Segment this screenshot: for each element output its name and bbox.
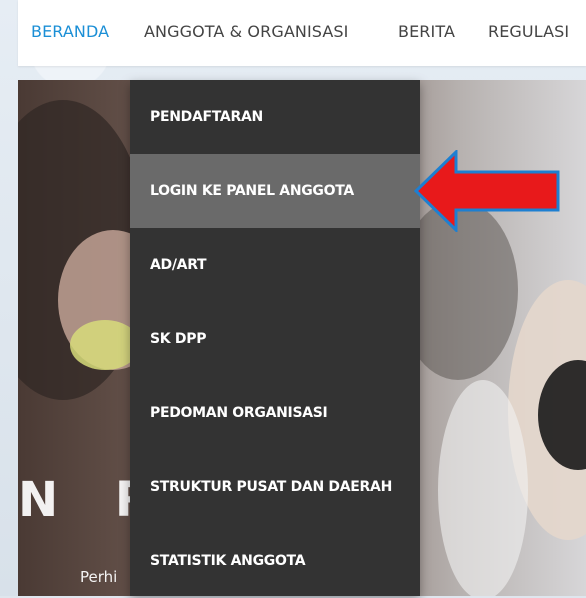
- nav-item-regulasi[interactable]: REGULASI: [488, 22, 569, 42]
- anggota-organisasi-dropdown: PENDAFTARAN LOGIN KE PANEL ANGGOTA AD/AR…: [130, 80, 420, 596]
- red-arrow-icon: [414, 150, 560, 232]
- dropdown-item-pendaftaran[interactable]: PENDAFTARAN: [130, 80, 420, 154]
- red-arrow-shape: [414, 150, 560, 232]
- main-navbar: BERANDA ANGGOTA & ORGANISASI BERITA REGU…: [18, 0, 586, 66]
- dropdown-item-sk-dpp[interactable]: SK DPP: [130, 302, 420, 376]
- hero-subtitle: Perhi: [80, 568, 118, 586]
- dropdown-item-struktur-pusat-daerah[interactable]: STRUKTUR PUSAT DAN DAERAH: [130, 450, 420, 524]
- nav-item-berita[interactable]: BERITA: [398, 22, 455, 42]
- dropdown-item-ad-art[interactable]: AD/ART: [130, 228, 420, 302]
- hero-photo-shape: [438, 380, 528, 596]
- dropdown-item-pedoman-organisasi[interactable]: PEDOMAN ORGANISASI: [130, 376, 420, 450]
- nav-item-beranda[interactable]: BERANDA: [31, 22, 109, 42]
- dropdown-item-login-panel-anggota[interactable]: LOGIN KE PANEL ANGGOTA: [130, 154, 420, 228]
- dropdown-item-statistik-anggota[interactable]: STATISTIK ANGGOTA: [130, 524, 420, 598]
- nav-item-anggota-organisasi[interactable]: ANGGOTA & ORGANISASI: [144, 22, 348, 42]
